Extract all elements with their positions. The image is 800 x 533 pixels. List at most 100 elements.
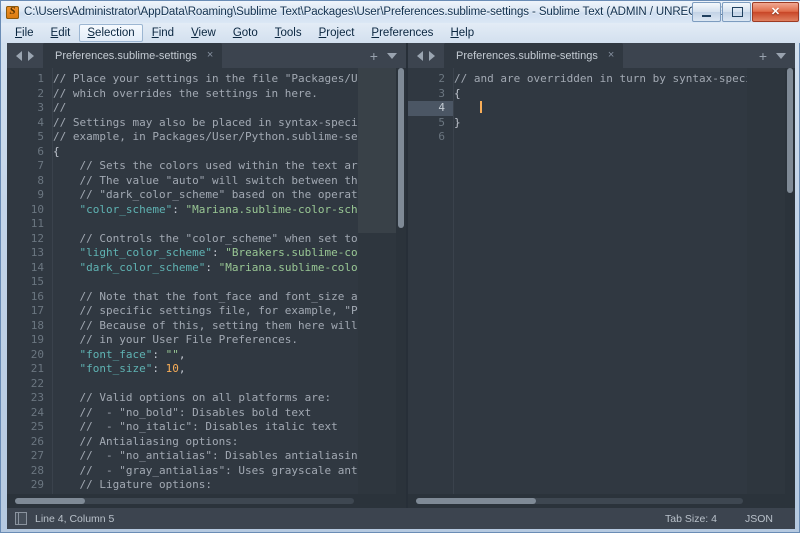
tab-menu-chevron-down-icon[interactable] [387, 53, 397, 59]
vertical-scrollbar-left[interactable] [396, 68, 406, 494]
tab-menu-chevron-down-icon[interactable] [776, 53, 786, 59]
code-line[interactable]: { [454, 87, 795, 102]
menu-item-edit[interactable]: Edit [43, 24, 79, 42]
code-line[interactable]: // in your User File Preferences. [53, 333, 406, 348]
code-token [53, 246, 80, 259]
code-line[interactable]: // The value "auto" will switch between … [53, 174, 406, 189]
code-line[interactable]: "font_face": "", [53, 348, 406, 363]
code-line[interactable]: // which overrides the settings in here. [53, 87, 406, 102]
tab-preferences-left[interactable]: Preferences.sublime-settings × [43, 43, 222, 68]
code-line[interactable] [454, 101, 795, 116]
tab-close-icon[interactable]: × [608, 50, 614, 61]
syntax-status[interactable]: JSON [745, 513, 773, 525]
tab-prev-icon[interactable] [417, 51, 423, 61]
editor-pane-right: Preferences.sublime-settings × + 23456 /… [406, 43, 795, 508]
menu-item-selection[interactable]: Selection [79, 24, 142, 42]
code-line[interactable] [53, 275, 406, 290]
tab-close-icon[interactable]: × [207, 50, 213, 61]
code-line[interactable]: // - "no_bold": Disables bold text [53, 406, 406, 421]
menu-item-file[interactable]: File [7, 24, 42, 42]
code-line[interactable]: { [53, 145, 406, 160]
code-line[interactable] [53, 377, 406, 392]
scrollbar-thumb[interactable] [416, 498, 536, 504]
menu-item-help[interactable]: Help [442, 24, 482, 42]
code-line[interactable]: // Ligature options: [53, 478, 406, 493]
code-line[interactable]: // Valid options on all platforms are: [53, 391, 406, 406]
menu-item-find[interactable]: Find [144, 24, 182, 42]
tab-label: Preferences.sublime-settings [55, 50, 197, 62]
line-number: 15 [7, 275, 53, 290]
tab-nav-left[interactable] [7, 43, 43, 68]
horizontal-scrollbar-right[interactable] [408, 494, 795, 508]
minimap-line [358, 275, 396, 279]
line-number: 5 [7, 130, 53, 145]
new-tab-icon[interactable]: + [370, 49, 378, 63]
code-token: "dark_color_scheme" [80, 261, 206, 274]
code-token: // Place your settings in the file "Pack… [53, 72, 358, 85]
menu-item-preferences[interactable]: Preferences [363, 24, 441, 42]
tab-label: Preferences.sublime-settings [456, 50, 598, 62]
text-cursor [480, 101, 482, 113]
menu-item-view[interactable]: View [183, 24, 224, 42]
close-button[interactable]: ✕ [752, 2, 799, 22]
menu-item-project[interactable]: Project [311, 24, 363, 42]
code-line[interactable]: // specific settings file, for example, … [53, 304, 406, 319]
tab-nav-right[interactable] [408, 43, 444, 68]
minimize-button[interactable] [692, 2, 721, 22]
code-line[interactable]: // Note that the font_face and font_size… [53, 290, 406, 305]
scrollbar-thumb[interactable] [15, 498, 85, 504]
code-token: , [179, 362, 186, 375]
code-line[interactable]: // - "no_italic": Disables italic text [53, 420, 406, 435]
tab-prev-icon[interactable] [16, 51, 22, 61]
code-line[interactable]: // and are overridden in turn by syntax-… [454, 72, 795, 87]
code-line[interactable]: } [454, 116, 795, 131]
sidebar-toggle-icon[interactable] [15, 512, 27, 525]
code-area-left[interactable]: // Place your settings in the file "Pack… [53, 68, 406, 508]
code-line[interactable]: "color_scheme": "Mariana.sublime-color-s… [53, 203, 406, 218]
tab-next-icon[interactable] [429, 51, 435, 61]
scrollbar-thumb[interactable] [787, 68, 793, 193]
status-bar: Line 4, Column 5 Tab Size: 4 JSON [7, 508, 795, 529]
code-line[interactable]: // example, in Packages/User/Python.subl… [53, 130, 406, 145]
code-line[interactable]: // Because of this, setting them here wi… [53, 319, 406, 334]
code-line[interactable]: "font_size": 10, [53, 362, 406, 377]
code-line[interactable] [53, 217, 406, 232]
code-line[interactable]: "light_color_scheme": "Breakers.sublime-… [53, 246, 406, 261]
scrollbar-thumb[interactable] [398, 68, 404, 228]
tab-size-status[interactable]: Tab Size: 4 [665, 513, 717, 525]
editor-body-right[interactable]: 23456 // and are overridden in turn by s… [408, 68, 795, 508]
menu-item-goto[interactable]: Goto [225, 24, 266, 42]
code-token: : [152, 362, 165, 375]
tab-next-icon[interactable] [28, 51, 34, 61]
code-line[interactable]: // "dark_color_scheme" based on the oper… [53, 188, 406, 203]
code-line[interactable]: // Antialiasing options: [53, 435, 406, 450]
gutter-left: 1234567891011121314151617181920212223242… [7, 68, 53, 508]
minimap-viewport[interactable] [358, 68, 396, 233]
maximize-button[interactable] [722, 2, 751, 22]
code-line[interactable]: // Controls the "color_scheme" when set … [53, 232, 406, 247]
code-token: // and are overridden in turn by syntax-… [454, 72, 759, 85]
code-token: // - "gray_antialias": Uses grayscale an… [53, 464, 358, 477]
menu-item-tools[interactable]: Tools [267, 24, 310, 42]
code-line[interactable]: // Sets the colors used within the text … [53, 159, 406, 174]
editor-body-left[interactable]: 1234567891011121314151617181920212223242… [7, 68, 406, 508]
vertical-scrollbar-right[interactable] [785, 68, 795, 494]
code-line[interactable]: // - "gray_antialias": Uses grayscale an… [53, 464, 406, 479]
minimap-right[interactable] [747, 68, 785, 494]
code-line[interactable]: // Settings may also be placed in syntax… [53, 116, 406, 131]
code-line[interactable]: // Place your settings in the file "Pack… [53, 72, 406, 87]
code-line[interactable] [454, 130, 795, 145]
code-area-right[interactable]: // and are overridden in turn by syntax-… [454, 68, 795, 508]
minimap-line [358, 250, 396, 254]
code-line[interactable]: "dark_color_scheme": "Mariana.sublime-co… [53, 261, 406, 276]
code-token [53, 203, 80, 216]
code-token: // "dark_color_scheme" based on the oper… [53, 188, 358, 201]
minimap-left[interactable] [358, 68, 396, 494]
minimap-line [747, 275, 785, 279]
code-line[interactable]: // [53, 101, 406, 116]
tab-preferences-right[interactable]: Preferences.sublime-settings × [444, 43, 623, 68]
code-token: // which overrides the settings in here. [53, 87, 318, 100]
horizontal-scrollbar-left[interactable] [7, 494, 406, 508]
code-line[interactable]: // - "no_antialias": Disables antialiasi… [53, 449, 406, 464]
new-tab-icon[interactable]: + [759, 49, 767, 63]
